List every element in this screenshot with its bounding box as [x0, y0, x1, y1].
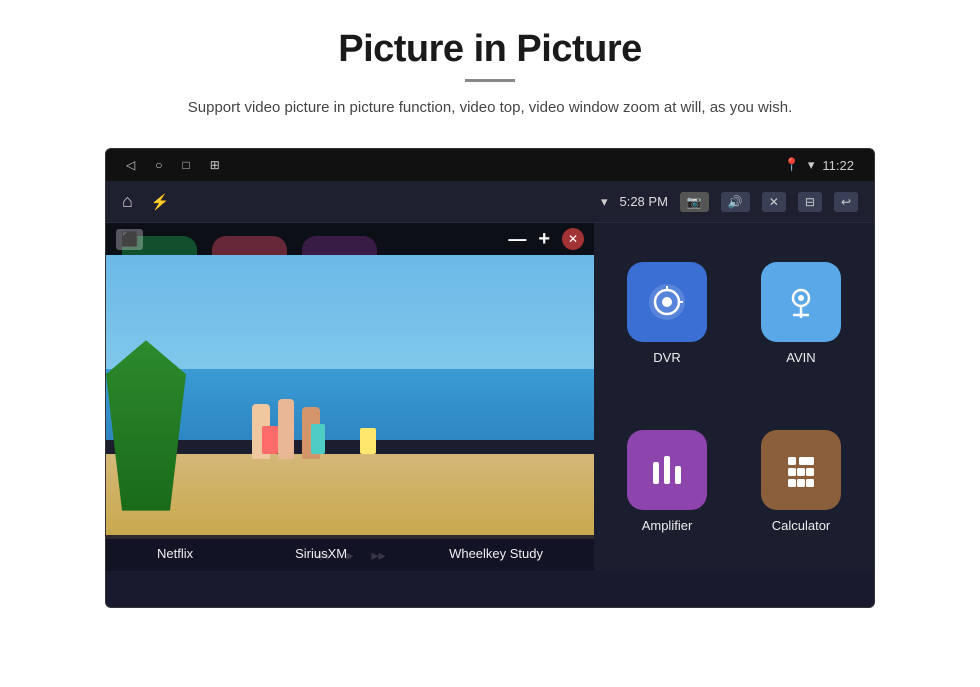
content-area: ⬛ — + ✕ [106, 223, 874, 571]
calculator-icon [779, 448, 823, 492]
home-icon[interactable]: ⌂ [122, 191, 133, 212]
pip-window: ⬛ — + ✕ [106, 223, 594, 571]
back-nav-icon[interactable]: ◁ [126, 158, 135, 172]
calculator-app-item[interactable]: Calculator [738, 401, 864, 561]
status-bar: ◁ ○ □ ⊞ 📍 ▾ 11:22 [106, 149, 874, 181]
clothes-2 [311, 424, 325, 454]
calculator-icon-wrap [761, 430, 841, 510]
nav-bar-left: ⌂ ⚡ [122, 191, 170, 212]
nav-bar: ⌂ ⚡ ▾ 5:28 PM 📷 🔊 ✕ ⊟ ↩ [106, 181, 874, 223]
pip-sand [106, 454, 594, 539]
siriusxm-label: SiriusXM [295, 546, 347, 561]
page-header: Picture in Picture Support video picture… [0, 0, 980, 130]
pip-close-btn[interactable]: ✕ [562, 228, 584, 250]
avin-icon [779, 280, 823, 324]
home-nav-icon[interactable]: ○ [155, 158, 162, 172]
wifi-icon: ▾ [808, 157, 815, 173]
netflix-label: Netflix [157, 546, 193, 561]
pip-header-left: ⬛ [116, 229, 143, 250]
avin-icon-wrap [761, 262, 841, 342]
pip-header: ⬛ — + ✕ [106, 223, 594, 255]
amplifier-icon-wrap [627, 430, 707, 510]
recents-nav-icon[interactable]: □ [182, 158, 189, 172]
page-subtitle: Support video picture in picture functio… [140, 96, 840, 120]
pip-expand-btn[interactable]: + [538, 228, 550, 251]
page-title: Picture in Picture [40, 28, 940, 71]
avin-label: AVIN [786, 350, 815, 365]
dvr-app-item[interactable]: DVR [604, 233, 730, 393]
device-frame: ◁ ○ □ ⊞ 📍 ▾ 11:22 ⌂ ⚡ ▾ 5:28 PM 📷 🔊 ✕ ⊟ … [105, 148, 875, 608]
calculator-label: Calculator [772, 518, 831, 533]
amplifier-icon [645, 448, 689, 492]
pip-controls: — + ✕ [508, 228, 584, 251]
left-video-section: ⬛ — + ✕ [106, 223, 594, 571]
nav-bar-right: ▾ 5:28 PM 📷 🔊 ✕ ⊟ ↩ [601, 192, 858, 212]
amplifier-app-item[interactable]: Amplifier [604, 401, 730, 561]
camera-btn[interactable]: 📷 [680, 192, 709, 212]
clothes-3 [360, 428, 376, 454]
wheelkey-label: Wheelkey Study [449, 546, 543, 561]
dvr-label: DVR [653, 350, 680, 365]
avin-app-item[interactable]: AVIN [738, 233, 864, 393]
dvr-icon-wrap [627, 262, 707, 342]
volume-btn[interactable]: 🔊 [721, 192, 750, 212]
status-bar-right: 📍 ▾ 11:22 [784, 157, 854, 173]
clothes-1 [262, 426, 278, 454]
wifi-signal-icon: ▾ [601, 194, 608, 210]
app-grid: DVR AVIN [594, 223, 874, 571]
pip-video-content [106, 255, 594, 539]
status-time: 11:22 [822, 158, 854, 173]
amplifier-label: Amplifier [642, 518, 693, 533]
pip-record-icon: ⬛ [116, 229, 143, 250]
person-2 [278, 399, 294, 459]
status-bar-left: ◁ ○ □ ⊞ [126, 158, 220, 172]
nav-time: 5:28 PM [619, 194, 667, 209]
bottom-labels: Netflix SiriusXM Wheelkey Study [106, 535, 594, 571]
usb-icon: ⚡ [151, 193, 170, 211]
back-btn[interactable]: ↩ [834, 192, 858, 212]
dvr-icon [645, 280, 689, 324]
close-btn[interactable]: ✕ [762, 192, 786, 212]
title-divider [465, 79, 515, 82]
screenshot-nav-icon[interactable]: ⊞ [210, 158, 220, 172]
pip-minimize-btn[interactable]: — [508, 229, 526, 250]
window-btn[interactable]: ⊟ [798, 192, 822, 212]
location-icon: 📍 [784, 157, 800, 173]
